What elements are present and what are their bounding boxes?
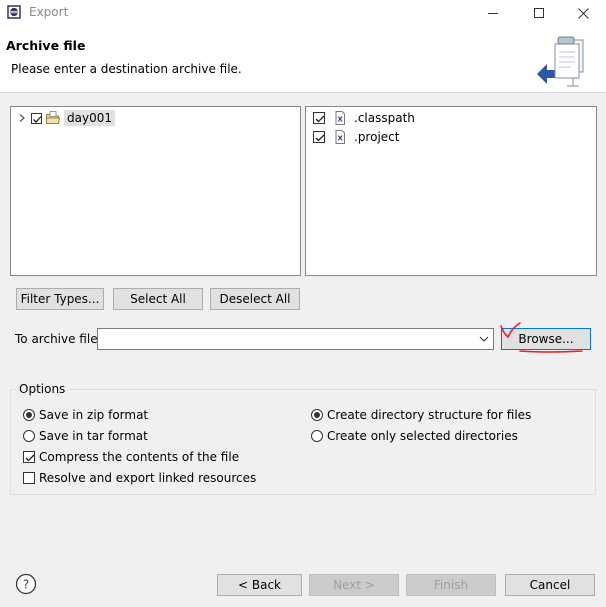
create-dir-structure-option[interactable]: Create directory structure for files: [311, 407, 531, 423]
create-selected-dirs-label: Create only selected directories: [327, 429, 518, 443]
file-item-label: .project: [354, 130, 400, 144]
select-all-button[interactable]: Select All: [113, 288, 203, 310]
file-checkbox[interactable]: [313, 112, 325, 124]
maximize-button[interactable]: [516, 0, 562, 26]
cancel-button[interactable]: Cancel: [505, 574, 595, 596]
xml-file-icon: X: [335, 111, 345, 125]
resolve-links-option[interactable]: Resolve and export linked resources: [23, 470, 256, 486]
compress-option[interactable]: Compress the contents of the file: [23, 449, 239, 465]
archive-file-combo[interactable]: [97, 328, 494, 350]
close-button[interactable]: [560, 0, 606, 26]
archive-file-label: To archive file:: [15, 332, 102, 346]
save-tar-option[interactable]: Save in tar format: [23, 428, 148, 444]
svg-text:X: X: [337, 116, 343, 124]
resolve-links-label: Resolve and export linked resources: [39, 471, 257, 485]
resource-tree[interactable]: day001: [10, 106, 301, 276]
options-title: Options: [16, 382, 69, 396]
file-checkbox[interactable]: [313, 131, 325, 143]
help-icon[interactable]: ?: [15, 573, 37, 595]
compress-checkbox[interactable]: [23, 451, 35, 463]
minimize-icon: [488, 13, 498, 14]
chevron-down-icon[interactable]: [479, 335, 489, 343]
file-item-project[interactable]: X .project: [313, 128, 402, 146]
tree-item-label: day001: [64, 110, 115, 126]
wizard-banner: Archive file Please enter a destination …: [0, 26, 606, 93]
xml-file-icon: X: [335, 130, 345, 144]
checkmark-icon: [315, 115, 325, 123]
project-folder-icon: [46, 111, 61, 124]
tree-checkbox[interactable]: [31, 112, 42, 124]
resolve-links-checkbox[interactable]: [23, 472, 35, 484]
back-button[interactable]: < Back: [217, 574, 302, 596]
tree-item-day001[interactable]: day001: [17, 109, 115, 127]
save-tar-label: Save in tar format: [39, 429, 148, 443]
maximize-icon: [534, 8, 544, 18]
export-wizard-icon: [537, 36, 584, 87]
svg-text:?: ?: [23, 578, 29, 592]
compress-label: Compress the contents of the file: [39, 450, 240, 464]
save-zip-radio[interactable]: [23, 409, 35, 421]
checkmark-icon: [33, 115, 42, 123]
browse-button[interactable]: Browse...: [501, 328, 591, 350]
checkmark-icon: [25, 454, 35, 462]
create-dir-structure-label: Create directory structure for files: [327, 408, 532, 422]
title-bar: Export: [0, 0, 606, 26]
minimize-button[interactable]: [470, 0, 516, 26]
eclipse-icon: [7, 5, 21, 19]
checkmark-icon: [315, 134, 325, 142]
svg-text:X: X: [337, 135, 343, 143]
save-zip-label: Save in zip format: [39, 408, 149, 422]
deselect-all-button[interactable]: Deselect All: [210, 288, 300, 310]
file-item-classpath[interactable]: X .classpath: [313, 109, 418, 127]
page-title: Archive file: [6, 38, 86, 53]
chevron-right-icon[interactable]: [17, 113, 27, 123]
page-description: Please enter a destination archive file.: [11, 62, 242, 76]
close-icon: [577, 7, 589, 19]
create-dir-structure-radio[interactable]: [311, 409, 323, 421]
file-item-label: .classpath: [354, 111, 415, 125]
create-selected-dirs-option[interactable]: Create only selected directories: [311, 428, 518, 444]
save-zip-option[interactable]: Save in zip format: [23, 407, 148, 423]
window-title: Export: [29, 5, 69, 19]
finish-button[interactable]: Finish: [406, 574, 496, 596]
create-selected-dirs-radio[interactable]: [311, 430, 323, 442]
file-list[interactable]: X .classpath X .project: [305, 106, 597, 276]
filter-types-button[interactable]: Filter Types...: [16, 288, 104, 310]
next-button[interactable]: Next >: [309, 574, 399, 596]
save-tar-radio[interactable]: [23, 430, 35, 442]
